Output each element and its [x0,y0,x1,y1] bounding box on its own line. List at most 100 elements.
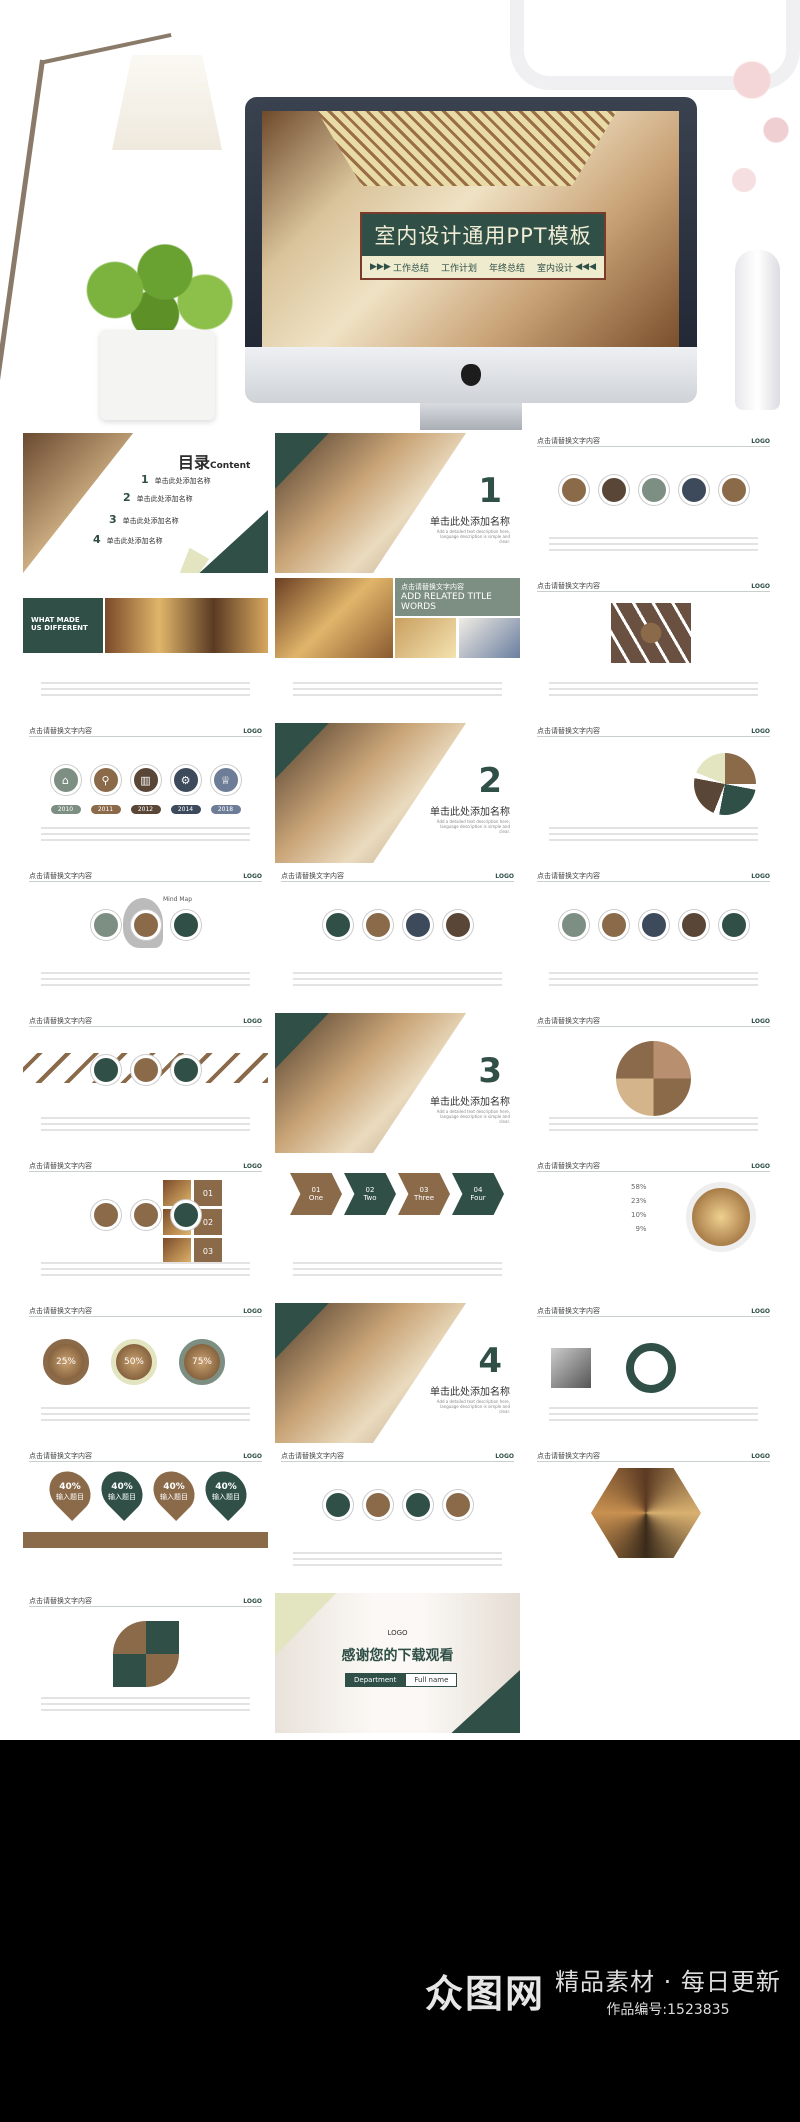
slide-thumbnail[interactable]: WHAT MADE US DIFFERENT [23,578,268,718]
flowers-image [720,50,800,250]
slide-thumbnail[interactable]: LOGO 感谢您的下载观看 Department Full name [275,1593,520,1733]
year-label: 2011 [90,805,121,814]
text-line [41,839,250,841]
chevron-label: Four [470,1194,486,1202]
slide-thumbnail[interactable]: 点击请替换文字内容 LOGO [23,1593,268,1733]
slide-header: 点击请替换文字内容 LOGO [537,1306,770,1317]
slide-thumbnail[interactable]: 点击请替换文字内容 LOGO [531,578,776,718]
slide-header-text: 点击请替换文字内容 [29,1162,92,1170]
icon-circle [170,1055,201,1085]
circle-row [531,475,776,505]
chevron-label: Two [363,1194,377,1202]
ribbon [23,1532,268,1548]
slide-thumbnail[interactable]: 点击请替换文字内容 LOGO [531,433,776,573]
slide-thumbnail[interactable]: 4 单击此处添加名称 Add a detailed text description… [275,1303,520,1443]
slide-thumbnail[interactable]: 1 单击此处添加名称 Add a detailed text description… [275,433,520,573]
toc-title-cn: 目录 [178,453,211,472]
text-lines [293,972,502,990]
circle-photo [616,1041,691,1116]
slide-thumbnail[interactable]: 点击请替换文字内容 LOGO [531,868,776,1008]
slide-logo: LOGO [495,1452,514,1460]
hex-photo [163,1238,191,1264]
chevron: 03 Three [398,1173,450,1215]
slide-thumbnail[interactable]: 2 单击此处添加名称 Add a detailed text description… [275,723,520,863]
text-lines [41,972,250,990]
slide-logo: LOGO [751,437,770,445]
badge-text: 40% 输入题目 [56,1482,84,1502]
slide-thumbnail[interactable]: 点击请替换文字内容 LOGO [531,1013,776,1153]
year-label: 2012 [130,805,161,814]
cover-subtitle-bar: ▶▶▶ 工作总结 工作计划 年终总结 室内设计 ◀◀◀ [362,256,604,278]
badge-value: 40% [215,1482,237,1492]
watermark-id: 作品编号:1523835 [606,2002,730,2018]
text-line [41,1407,250,1409]
slide-thumbnail[interactable]: 点击请替换文字内容 LOGO [275,1448,520,1588]
text-line [549,537,758,539]
progress-ring: 50% [111,1339,157,1385]
text-line [41,682,250,684]
text-line [549,1117,758,1119]
circle-row [275,1490,520,1520]
slide-logo: LOGO [243,727,262,735]
slide-thumbnail[interactable]: 01 One 02 Two 03 Three 04 Four [275,1158,520,1298]
section-label: 单击此处添加名称 [430,517,510,528]
monitor-chin [245,347,697,403]
slide-header: 点击请替换文字内容 LOGO [537,436,770,447]
watermark: 众图网 精品素材 · 每日更新 作品编号:1523835 [425,1962,781,2019]
text-line [293,972,502,974]
circle-row [23,1055,268,1085]
toc-item[interactable]: 1 单击此处添加名称 [141,473,211,486]
icon-circle [558,475,589,505]
icon-circle: ⚲ [90,765,121,795]
slide-thumbnail[interactable]: 点击请替换文字内容 LOGO 40% 输入题目 40% 输入题目 40% 输入题目 40% 输入题… [23,1448,268,1588]
slide-header-text: 点击请替换文字内容 [537,727,600,735]
photo-title-en: ADD RELATED TITLE WORDS [401,592,492,612]
hex-cluster [611,603,691,663]
slide-header-text: 点击请替换文字内容 [281,1452,344,1460]
slide-thumbnail[interactable]: 点击请替换文字内容 LOGO [275,868,520,1008]
percent-value: 10% [631,1211,647,1219]
slide-thumbnail[interactable]: 目录Content 1 单击此处添加名称 2 单击此处添加名称 3 单击此处添加名称 4 单击此… [23,433,268,573]
icon-circle [362,910,393,940]
icon-circle [90,910,121,940]
text-lines [41,1407,250,1425]
text-line [293,1268,502,1270]
icon-circle [170,910,201,940]
text-line [41,1709,250,1711]
slide-thumbnail-grid: 目录Content 1 单击此处添加名称 2 单击此处添加名称 3 单击此处添加名称 4 单击此… [0,433,800,1740]
section-label: 单击此处添加名称 [430,1097,510,1108]
slide-thumbnail[interactable]: 点击请替换文字内容 LOGO ⌂ ⚲ ▥ ⚙ ♕ 2010 2011 2012 2014 2018 [23,723,268,863]
slide-thumbnail[interactable]: 点击请替换文字内容 LOGO Mind Map [23,868,268,1008]
text-line [293,1262,502,1264]
text-line [41,1123,250,1125]
text-line [549,1123,758,1125]
slide-logo: LOGO [751,1017,770,1025]
slide-thumbnail[interactable]: 点击请替换文字内容 LOGO [531,1303,776,1443]
slide-header: 点击请替换文字内容 LOGO [537,1016,770,1027]
chevron-number: 02 [365,1186,375,1194]
slide-thumbnail[interactable]: 点击请替换文字内容 LOGO [23,1013,268,1153]
slide-thumbnail[interactable]: 点击请替换文字内容 LOGO 58% 23% 10% 9% [531,1158,776,1298]
slide-thumbnail[interactable]: 点击请替换文字内容 LOGO [531,723,776,863]
slide-logo: LOGO [751,582,770,590]
pin-badge: 40% 输入题目 [197,1463,255,1521]
text-lines [549,972,758,990]
slide-header: 点击请替换文字内容 LOGO [29,871,262,882]
slide-header: 点击请替换文字内容 LOGO [29,1306,262,1317]
slide-header-text: 点击请替换文字内容 [29,1017,92,1025]
ring-row: 25% 50% 75% [43,1339,225,1385]
badge-text: 40% 输入题目 [108,1482,136,1502]
toc-item[interactable]: 2 单击此处添加名称 [123,491,193,504]
slide-thumbnail[interactable]: 点击请替换文字内容 LOGO 25% 50% 75% [23,1303,268,1443]
toc-item[interactable]: 3 单击此处添加名称 [109,513,179,526]
slide-thumbnail[interactable]: 3 单击此处添加名称 Add a detailed text description… [275,1013,520,1153]
monitor: 室内设计通用PPT模板 ▶▶▶ 工作总结 工作计划 年终总结 室内设计 ◀◀◀ [245,97,697,430]
toc-item[interactable]: 4 单击此处添加名称 [93,533,163,546]
slide-thumbnail[interactable]: 点击请替换文字内容 LOGO [531,1448,776,1588]
slide-thumbnail[interactable]: 点击请替换文字内容 ADD RELATED TITLE WORDS [275,578,520,718]
text-line [549,694,758,696]
text-line [41,827,250,829]
text-line [549,682,758,684]
different-label: WHAT MADE US DIFFERENT [31,616,88,632]
slide-thumbnail[interactable]: 点击请替换文字内容 LOGO 01 02 03 [23,1158,268,1298]
